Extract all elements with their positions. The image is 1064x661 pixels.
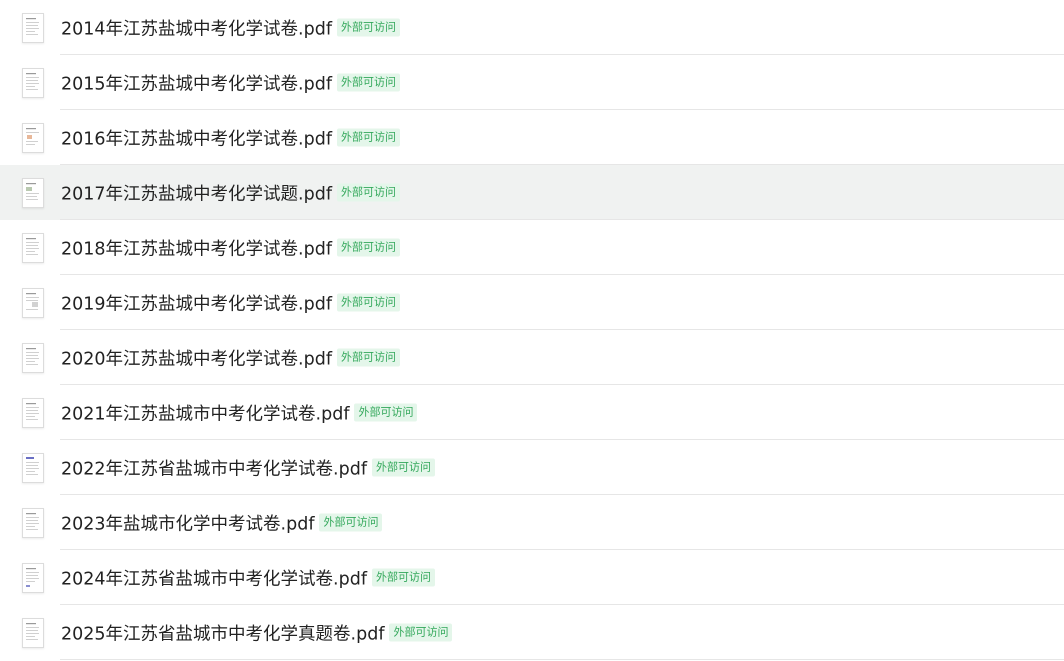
file-row[interactable]: 2023年盐城市化学中考试卷.pdf 外部可访问 (0, 495, 1064, 550)
file-name: 2022年江苏省盐城市中考化学试卷.pdf 外部可访问 (61, 455, 435, 480)
external-access-badge: 外部可访问 (371, 458, 435, 477)
pdf-thumbnail-icon (22, 342, 44, 373)
file-name: 2021年江苏盐城市中考化学试卷.pdf 外部可访问 (61, 400, 418, 425)
file-name-text[interactable]: 2019年江苏盐城中考化学试卷.pdf (61, 290, 332, 315)
file-name-text[interactable]: 2020年江苏盐城中考化学试卷.pdf (61, 345, 332, 370)
file-name: 2019年江苏盐城中考化学试卷.pdf 外部可访问 (61, 290, 400, 315)
file-name-text[interactable]: 2014年江苏盐城中考化学试卷.pdf (61, 15, 332, 40)
file-row[interactable]: 2016年江苏盐城中考化学试卷.pdf 外部可访问 (0, 110, 1064, 165)
file-row[interactable]: 2024年江苏省盐城市中考化学试卷.pdf 外部可访问 (0, 550, 1064, 605)
file-name-text[interactable]: 2023年盐城市化学中考试卷.pdf (61, 510, 314, 535)
pdf-thumbnail-icon (22, 397, 44, 428)
file-row[interactable]: 2021年江苏盐城市中考化学试卷.pdf 外部可访问 (0, 385, 1064, 440)
external-access-badge: 外部可访问 (371, 568, 435, 587)
file-name-text[interactable]: 2017年江苏盐城中考化学试题.pdf (61, 180, 332, 205)
pdf-thumbnail-icon (22, 232, 44, 263)
file-list: 2014年江苏盐城中考化学试卷.pdf 外部可访问 2015年江苏盐城中考化学试… (0, 0, 1064, 660)
file-name-text[interactable]: 2024年江苏省盐城市中考化学试卷.pdf (61, 565, 367, 590)
file-row[interactable]: 2025年江苏省盐城市中考化学真题卷.pdf 外部可访问 (0, 605, 1064, 660)
pdf-thumbnail-icon (22, 287, 44, 318)
file-row[interactable]: 2018年江苏盐城中考化学试卷.pdf 外部可访问 (0, 220, 1064, 275)
external-access-badge: 外部可访问 (319, 513, 383, 532)
external-access-badge: 外部可访问 (336, 238, 400, 257)
file-name-text[interactable]: 2016年江苏盐城中考化学试卷.pdf (61, 125, 332, 150)
file-row[interactable]: 2019年江苏盐城中考化学试卷.pdf 外部可访问 (0, 275, 1064, 330)
file-name-text[interactable]: 2022年江苏省盐城市中考化学试卷.pdf (61, 455, 367, 480)
pdf-thumbnail-icon (22, 452, 44, 483)
file-name-text[interactable]: 2021年江苏盐城市中考化学试卷.pdf (61, 400, 349, 425)
file-row[interactable]: 2015年江苏盐城中考化学试卷.pdf 外部可访问 (0, 55, 1064, 110)
pdf-thumbnail-icon (22, 562, 44, 593)
external-access-badge: 外部可访问 (336, 18, 400, 37)
file-name: 2016年江苏盐城中考化学试卷.pdf 外部可访问 (61, 125, 400, 150)
file-name: 2018年江苏盐城中考化学试卷.pdf 外部可访问 (61, 235, 400, 260)
file-row-selected[interactable]: 2017年江苏盐城中考化学试题.pdf 外部可访问 (0, 165, 1064, 220)
external-access-badge: 外部可访问 (336, 348, 400, 367)
pdf-thumbnail-icon (22, 507, 44, 538)
pdf-thumbnail-icon (22, 122, 44, 153)
pdf-thumbnail-icon (22, 177, 44, 208)
file-name-text[interactable]: 2015年江苏盐城中考化学试卷.pdf (61, 70, 332, 95)
external-access-badge: 外部可访问 (389, 623, 453, 642)
file-name: 2025年江苏省盐城市中考化学真题卷.pdf 外部可访问 (61, 620, 453, 645)
file-row[interactable]: 2022年江苏省盐城市中考化学试卷.pdf 外部可访问 (0, 440, 1064, 495)
pdf-thumbnail-icon (22, 67, 44, 98)
file-name-text[interactable]: 2018年江苏盐城中考化学试卷.pdf (61, 235, 332, 260)
file-row[interactable]: 2020年江苏盐城中考化学试卷.pdf 外部可访问 (0, 330, 1064, 385)
external-access-badge: 外部可访问 (354, 403, 418, 422)
file-name: 2014年江苏盐城中考化学试卷.pdf 外部可访问 (61, 15, 400, 40)
file-name-text[interactable]: 2025年江苏省盐城市中考化学真题卷.pdf (61, 620, 384, 645)
file-name: 2023年盐城市化学中考试卷.pdf 外部可访问 (61, 510, 383, 535)
file-row[interactable]: 2014年江苏盐城中考化学试卷.pdf 外部可访问 (0, 0, 1064, 55)
external-access-badge: 外部可访问 (336, 128, 400, 147)
external-access-badge: 外部可访问 (336, 73, 400, 92)
file-name: 2015年江苏盐城中考化学试卷.pdf 外部可访问 (61, 70, 400, 95)
external-access-badge: 外部可访问 (336, 293, 400, 312)
external-access-badge: 外部可访问 (336, 183, 400, 202)
file-name: 2020年江苏盐城中考化学试卷.pdf 外部可访问 (61, 345, 400, 370)
file-name: 2017年江苏盐城中考化学试题.pdf 外部可访问 (61, 180, 400, 205)
pdf-thumbnail-icon (22, 12, 44, 43)
file-name: 2024年江苏省盐城市中考化学试卷.pdf 外部可访问 (61, 565, 435, 590)
pdf-thumbnail-icon (22, 617, 44, 648)
